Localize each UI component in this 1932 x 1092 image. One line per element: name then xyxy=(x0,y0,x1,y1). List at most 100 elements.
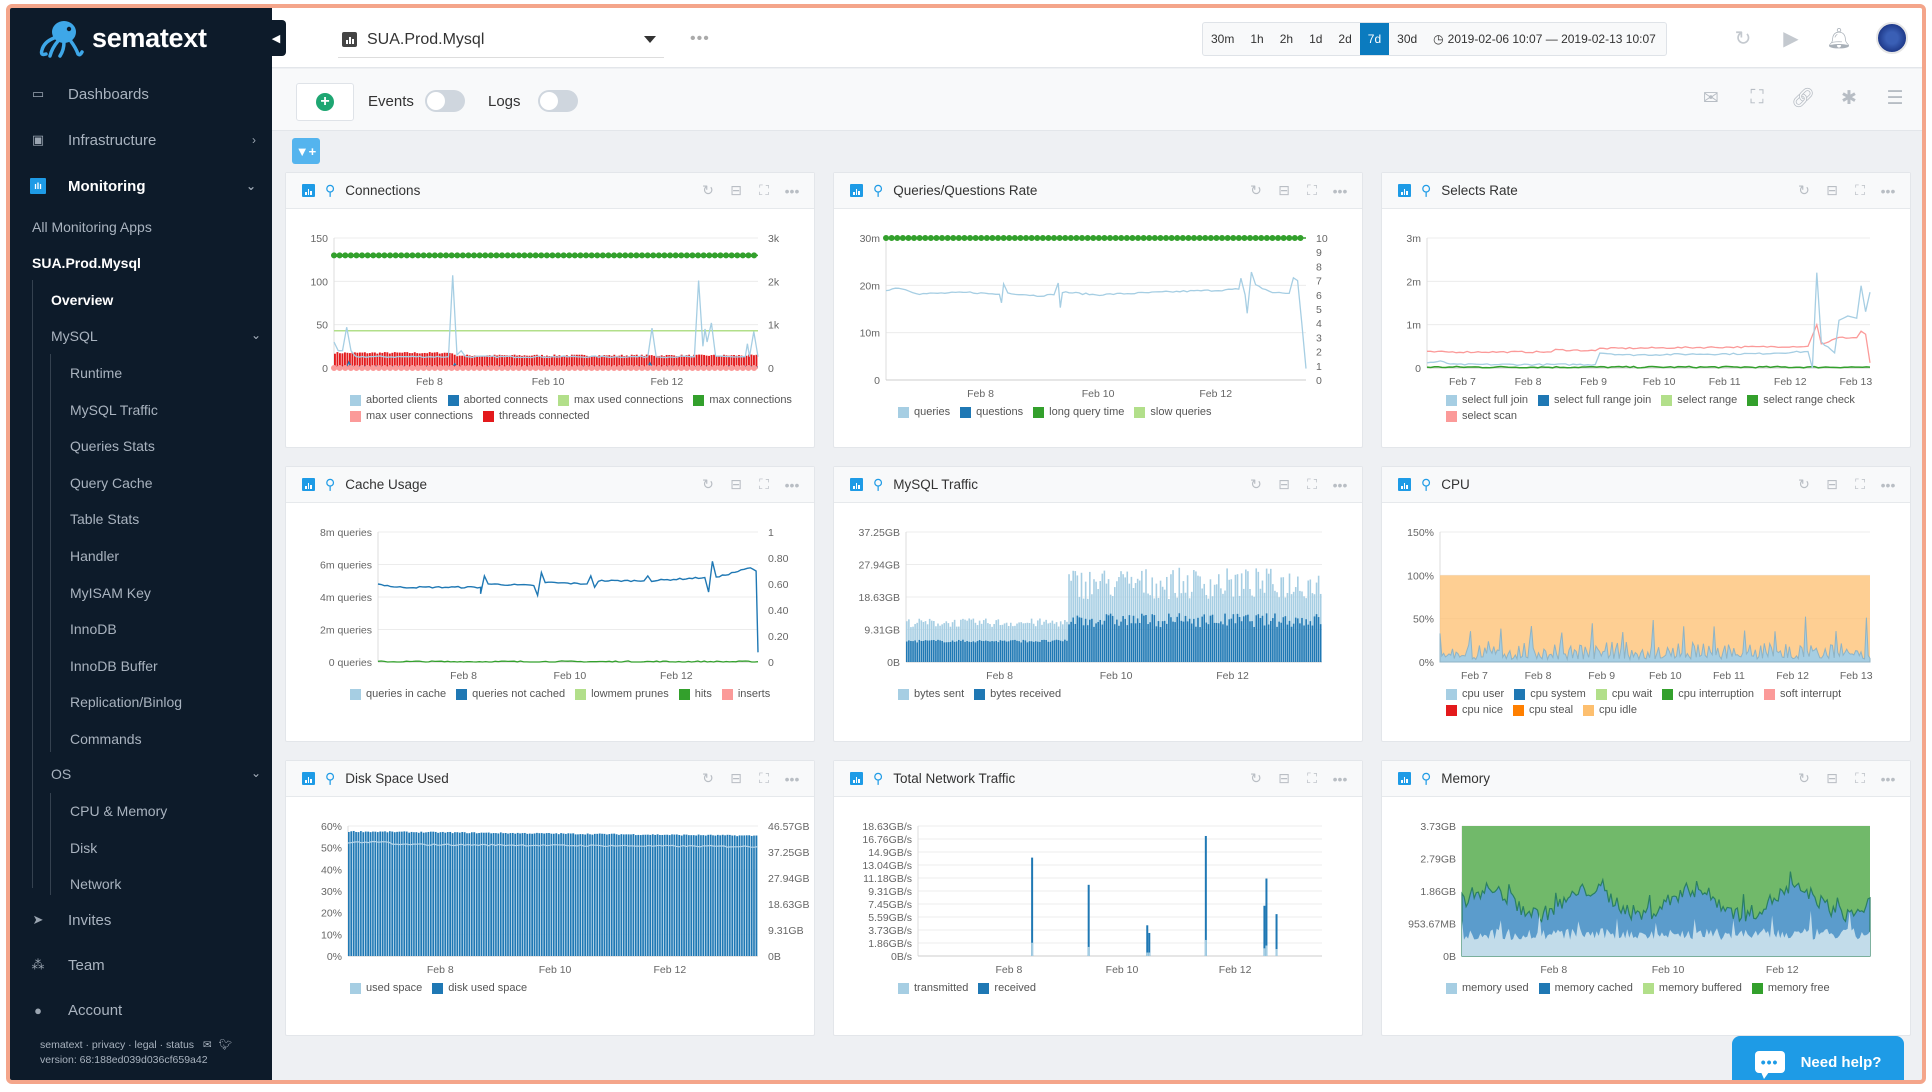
sidebar-subitem[interactable]: Commands xyxy=(70,731,142,747)
sidebar-subitem[interactable]: CPU & Memory xyxy=(70,803,167,819)
range-option-30d[interactable]: 30d xyxy=(1389,23,1425,55)
minimize-icon[interactable]: ⊟ xyxy=(1276,476,1292,493)
chart-svg[interactable]: 3m 2m 1m 0 Feb 7 Feb 8 Feb 9 Feb 10 Feb 11 Feb 12… xyxy=(1382,210,1912,400)
more-icon[interactable]: ••• xyxy=(1880,183,1896,199)
chart-type-icon[interactable] xyxy=(1398,478,1411,491)
legend-item[interactable]: queries not cached xyxy=(456,688,565,700)
expand-icon[interactable]: ⛶ xyxy=(1852,476,1868,493)
chart-type-icon[interactable] xyxy=(302,184,315,197)
expand-icon[interactable]: ⛶ xyxy=(756,770,772,787)
expand-icon[interactable]: ⛶ xyxy=(1304,476,1320,493)
filter-icon[interactable]: ⚲ xyxy=(873,770,883,787)
sidebar-subitem[interactable]: Queries Stats xyxy=(70,438,155,454)
chart-svg[interactable]: 37.25GB 27.94GB 18.63GB 9.31GB 0B Feb 8 Feb 10… xyxy=(834,504,1364,694)
sidebar-item-infrastructure[interactable]: ▣ Infrastructure › xyxy=(10,120,272,160)
legend-item[interactable]: select full join xyxy=(1446,394,1528,406)
minimize-icon[interactable]: ⊟ xyxy=(1824,770,1840,787)
refresh-icon[interactable]: ↻ xyxy=(1732,27,1754,50)
date-range-display[interactable]: ◷ 2019-02-06 10:07 — 2019-02-13 10:07 xyxy=(1425,23,1666,55)
twitter-icon[interactable]: 🐦︎ xyxy=(219,1039,232,1051)
filter-icon[interactable]: ⚲ xyxy=(873,182,883,199)
chart-svg[interactable]: 150% 100% 50% 0% Feb 7 Feb 8 Feb 9 Feb 10 Feb 11… xyxy=(1382,504,1912,694)
more-icon[interactable]: ••• xyxy=(1880,477,1896,493)
legend-item[interactable]: disk used space xyxy=(432,982,527,994)
more-icon[interactable]: ••• xyxy=(784,771,800,787)
more-icon[interactable]: ••• xyxy=(784,477,800,493)
menu-icon[interactable]: ☰ xyxy=(1884,87,1906,109)
filter-icon[interactable]: ⚲ xyxy=(325,770,335,787)
sidebar-subitem[interactable]: Replication/Binlog xyxy=(70,694,182,710)
minimize-icon[interactable]: ⊟ xyxy=(1276,182,1292,199)
legend-item[interactable]: hits xyxy=(678,688,712,700)
more-icon[interactable]: ••• xyxy=(1332,477,1348,493)
sidebar-item-overview[interactable]: Overview xyxy=(51,292,113,308)
range-option-1d[interactable]: 1d xyxy=(1301,23,1330,55)
legend-item[interactable]: slow queries xyxy=(1134,406,1212,418)
sidebar-item-invites[interactable]: ➤ Invites xyxy=(10,900,272,940)
sematext-logo[interactable]: sematext xyxy=(36,18,207,58)
chart-type-icon[interactable] xyxy=(850,772,863,785)
legend-item[interactable]: aborted connects xyxy=(447,394,548,406)
legend-item[interactable]: cpu wait xyxy=(1595,688,1652,700)
app-selector-dropdown[interactable]: SUA.Prod.Mysql xyxy=(338,22,664,58)
refresh-icon[interactable]: ↻ xyxy=(1796,770,1812,787)
refresh-icon[interactable]: ↻ xyxy=(1796,182,1812,199)
range-option-30m[interactable]: 30m xyxy=(1203,23,1242,55)
more-icon[interactable]: ••• xyxy=(1332,771,1348,787)
legend-item[interactable]: bytes sent xyxy=(898,688,964,700)
chart-svg[interactable]: 30m20m10m0109876543210Feb 8 Feb 10 Feb 12 xyxy=(834,210,1364,400)
sidebar-subitem[interactable]: Query Cache xyxy=(70,475,152,491)
sidebar-item-dashboards[interactable]: ▭ Dashboards xyxy=(10,74,272,114)
legend-item[interactable]: cpu interruption xyxy=(1662,688,1754,700)
more-options-button[interactable]: ••• xyxy=(690,30,710,48)
refresh-icon[interactable]: ↻ xyxy=(1248,182,1264,199)
chart-svg[interactable]: 18.63GB/s16.76GB/s14.9GB/s13.04GB/s11.18… xyxy=(834,798,1364,988)
refresh-icon[interactable]: ↻ xyxy=(700,182,716,199)
legend-item[interactable]: queries xyxy=(898,406,950,418)
legend-item[interactable]: used space xyxy=(350,982,422,994)
expand-icon[interactable]: ⛶ xyxy=(756,182,772,199)
footer-links[interactable]: sematext · privacy · legal · status xyxy=(40,1039,194,1051)
minimize-icon[interactable]: ⊟ xyxy=(728,476,744,493)
add-filter-button[interactable]: ▼+ xyxy=(292,138,320,164)
sidebar-subitem[interactable]: Network xyxy=(70,876,121,892)
all-monitoring-apps-link[interactable]: All Monitoring Apps xyxy=(32,219,152,235)
legend-item[interactable]: cpu nice xyxy=(1446,704,1503,716)
sidebar-subitem[interactable]: Disk xyxy=(70,840,97,856)
events-toggle[interactable] xyxy=(425,90,465,112)
refresh-icon[interactable]: ↻ xyxy=(1796,476,1812,493)
need-help-button[interactable]: ••• Need help? xyxy=(1732,1036,1904,1080)
sidebar-item-account[interactable]: ● Account xyxy=(10,990,272,1030)
chart-type-icon[interactable] xyxy=(850,478,863,491)
sidebar-subitem[interactable]: Table Stats xyxy=(70,511,139,527)
legend-item[interactable]: select full range join xyxy=(1538,394,1651,406)
expand-icon[interactable]: ⛶ xyxy=(1852,182,1868,199)
filter-icon[interactable]: ⚲ xyxy=(873,476,883,493)
expand-icon[interactable]: ⛶ xyxy=(1852,770,1868,787)
logs-toggle[interactable] xyxy=(538,90,578,112)
user-avatar[interactable] xyxy=(1876,22,1908,54)
sidebar-subitem[interactable]: InnoDB Buffer xyxy=(70,658,158,674)
legend-item[interactable]: cpu user xyxy=(1446,688,1504,700)
sidebar-group-mysql[interactable]: MySQL ⌄ xyxy=(51,328,261,344)
minimize-icon[interactable]: ⊟ xyxy=(728,770,744,787)
legend-item[interactable]: max used connections xyxy=(557,394,683,406)
sidebar-subitem[interactable]: Handler xyxy=(70,548,119,564)
bell-icon[interactable]: 🔔︎ xyxy=(1826,27,1851,50)
legend-item[interactable]: memory cached xyxy=(1538,982,1633,994)
filter-icon[interactable]: ⚲ xyxy=(1421,182,1431,199)
legend-item[interactable]: cpu system xyxy=(1514,688,1586,700)
link-icon[interactable]: 🔗︎ xyxy=(1791,87,1815,109)
chart-type-icon[interactable] xyxy=(1398,772,1411,785)
minimize-icon[interactable]: ⊟ xyxy=(728,182,744,199)
legend-item[interactable]: bytes received xyxy=(974,688,1061,700)
legend-item[interactable]: memory buffered xyxy=(1642,982,1742,994)
more-icon[interactable]: ••• xyxy=(1880,771,1896,787)
sidebar-item-team[interactable]: ⁂ Team xyxy=(10,945,272,985)
expand-icon[interactable]: ⛶ xyxy=(756,476,772,493)
current-app-link[interactable]: SUA.Prod.Mysql xyxy=(32,255,141,271)
legend-item[interactable]: max connections xyxy=(693,394,792,406)
refresh-icon[interactable]: ↻ xyxy=(1248,770,1264,787)
fullscreen-icon[interactable]: ⛶ xyxy=(1746,87,1768,109)
chart-type-icon[interactable] xyxy=(850,184,863,197)
